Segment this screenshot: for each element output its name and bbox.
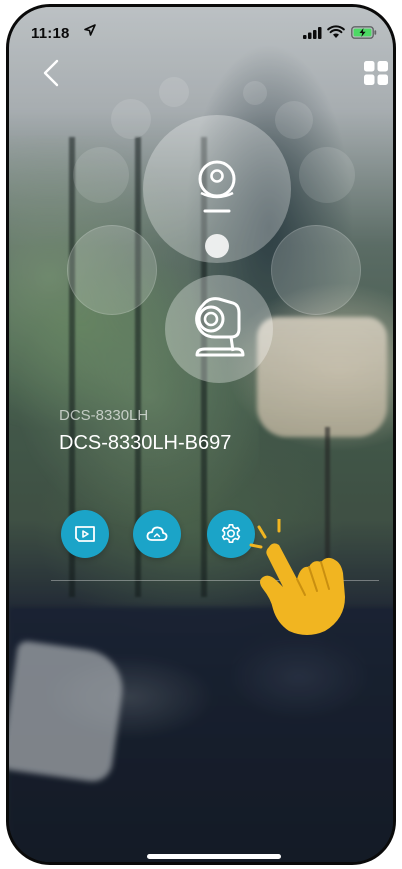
decor-bubble xyxy=(159,77,189,107)
decor-bubble xyxy=(67,225,157,315)
decor-bubble xyxy=(111,99,151,139)
location-arrow-icon xyxy=(84,24,96,36)
settings-gear-icon xyxy=(221,524,241,543)
decor-bubble xyxy=(299,147,355,203)
playback-button[interactable] xyxy=(61,510,109,558)
decor-bubble xyxy=(275,101,313,139)
back-button[interactable] xyxy=(41,59,61,87)
grid-menu-button[interactable] xyxy=(363,60,389,86)
wifi-icon xyxy=(327,25,345,38)
cloud-button[interactable] xyxy=(133,510,181,558)
settings-button[interactable] xyxy=(207,510,255,558)
cloud-icon xyxy=(146,526,168,541)
decor-bubble xyxy=(73,147,129,203)
status-time: 11:18 xyxy=(31,25,70,42)
camera-dome-icon xyxy=(198,160,236,213)
battery-charging-icon xyxy=(351,26,377,39)
camera-main-icon xyxy=(195,297,245,357)
playback-icon xyxy=(75,526,95,542)
connector-dot xyxy=(205,234,229,258)
device-name-label: DCS-8330LH-B697 xyxy=(59,432,232,454)
phone-frame: 11:18 DCS-8330LH DCS-8330LH-B697 xyxy=(6,4,396,865)
tap-hand-icon xyxy=(249,519,345,635)
device-model-label: DCS-8330LH xyxy=(59,407,149,424)
camera-main-bubble[interactable] xyxy=(165,275,273,383)
decor-bubble xyxy=(271,225,361,315)
home-indicator[interactable] xyxy=(147,854,281,859)
signal-icon xyxy=(303,27,322,39)
status-bar: 11:18 xyxy=(9,7,393,42)
decor-bubble xyxy=(243,81,267,105)
